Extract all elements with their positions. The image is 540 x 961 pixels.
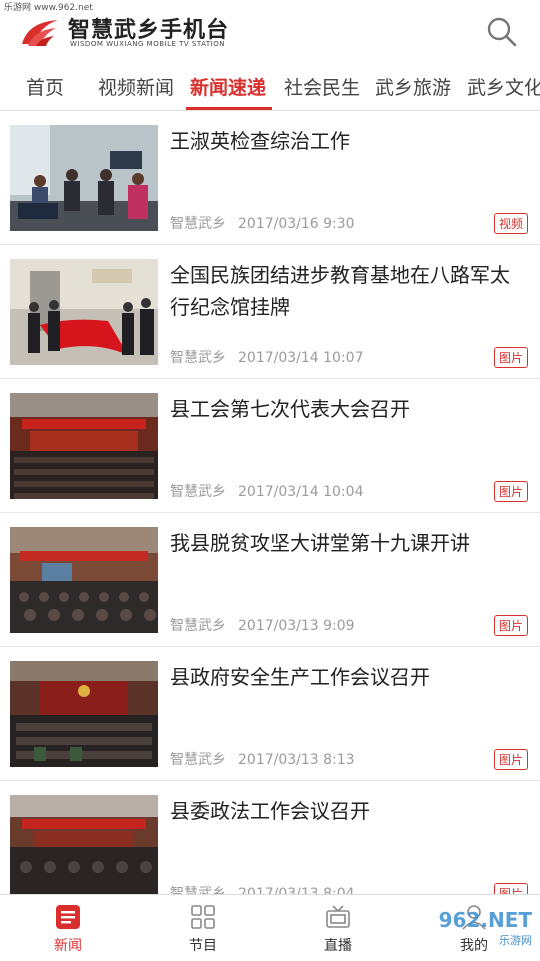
news-thumbnail [10, 661, 158, 767]
news-time: 2017/03/14 10:04 [238, 484, 364, 500]
search-icon[interactable] [486, 16, 518, 48]
nav-programs[interactable]: 节目 [153, 895, 253, 961]
news-meta: 智慧武乡 2017/03/14 10:04 [170, 481, 376, 501]
app-subtitle: WISDOM WUXIANG MOBILE TV STATION [70, 40, 225, 48]
tab-wuxiang-culture[interactable]: 武乡文化 [467, 66, 540, 110]
news-item[interactable]: 县工会第七次代表大会召开 智慧武乡 2017/03/14 10:04 图片 [0, 379, 540, 513]
watermark-brand: 962.NET [438, 908, 532, 932]
nav-news[interactable]: 新闻 [18, 895, 118, 961]
news-source: 智慧武乡 [170, 484, 226, 500]
news-type-badge: 图片 [493, 347, 528, 368]
news-type-badge: 图片 [493, 481, 528, 502]
news-title: 县委政法工作会议召开 [170, 799, 370, 823]
news-meta: 智慧武乡 2017/03/13 8:13 [170, 749, 367, 769]
news-item[interactable]: 县政府安全生产工作会议召开 智慧武乡 2017/03/13 8:13 图片 [0, 647, 540, 781]
nav-label: 节目 [189, 938, 217, 954]
news-title: 县政府安全生产工作会议召开 [170, 665, 430, 689]
tv-icon [326, 905, 350, 928]
news-meta: 智慧武乡 2017/03/14 10:07 [170, 347, 376, 367]
tab-news-express[interactable]: 新闻速递 [190, 66, 266, 110]
news-thumbnail [10, 125, 158, 231]
logo-icon [22, 20, 58, 46]
news-time: 2017/03/13 8:13 [238, 752, 355, 768]
news-thumbnail [10, 795, 158, 901]
brand-watermark: 962.NET 乐游网 [439, 908, 532, 948]
news-type-badge: 图片 [493, 749, 528, 770]
news-title: 全国民族团结进步教育基地在八路军太行纪念馆挂牌 [170, 263, 510, 319]
news-thumbnail [10, 259, 158, 365]
tab-wuxiang-tourism[interactable]: 武乡旅游 [375, 66, 451, 110]
tab-home[interactable]: 首页 [26, 66, 64, 110]
tab-social-livelihood[interactable]: 社会民生 [284, 66, 360, 110]
news-title: 县工会第七次代表大会召开 [170, 397, 410, 421]
site-watermark: 乐游网 www.962.net [0, 0, 97, 13]
news-icon [56, 905, 80, 929]
news-source: 智慧武乡 [170, 618, 226, 634]
grid-icon [191, 905, 215, 929]
watermark-sub: 乐游网 [499, 934, 532, 947]
category-tabs: 首页 视频新闻 新闻速递 社会民生 武乡旅游 武乡文化 [0, 66, 540, 111]
news-meta: 智慧武乡 2017/03/16 9:30 [170, 213, 367, 233]
news-thumbnail [10, 527, 158, 633]
news-time: 2017/03/14 10:07 [238, 350, 364, 366]
news-item[interactable]: 我县脱贫攻坚大讲堂第十九课开讲 智慧武乡 2017/03/13 9:09 图片 [0, 513, 540, 647]
news-type-badge: 图片 [493, 615, 528, 636]
news-meta: 智慧武乡 2017/03/13 9:09 [170, 615, 367, 635]
news-type-badge: 视频 [493, 213, 528, 234]
nav-label: 直播 [324, 938, 352, 954]
news-item[interactable]: 王淑英检查综治工作 智慧武乡 2017/03/16 9:30 视频 [0, 111, 540, 245]
news-item[interactable]: 全国民族团结进步教育基地在八路军太行纪念馆挂牌 智慧武乡 2017/03/14 1… [0, 245, 540, 379]
nav-label: 新闻 [54, 938, 82, 954]
news-list: 王淑英检查综治工作 智慧武乡 2017/03/16 9:30 视频 全国民族团结进… [0, 111, 540, 915]
nav-live[interactable]: 直播 [288, 895, 388, 961]
news-source: 智慧武乡 [170, 752, 226, 768]
news-title: 我县脱贫攻坚大讲堂第十九课开讲 [170, 531, 470, 555]
news-source: 智慧武乡 [170, 350, 226, 366]
news-title: 王淑英检查综治工作 [170, 129, 350, 153]
news-time: 2017/03/16 9:30 [238, 216, 355, 232]
news-source: 智慧武乡 [170, 216, 226, 232]
news-thumbnail [10, 393, 158, 499]
active-tab-indicator [186, 107, 272, 110]
news-time: 2017/03/13 9:09 [238, 618, 355, 634]
tab-video-news[interactable]: 视频新闻 [98, 66, 174, 110]
